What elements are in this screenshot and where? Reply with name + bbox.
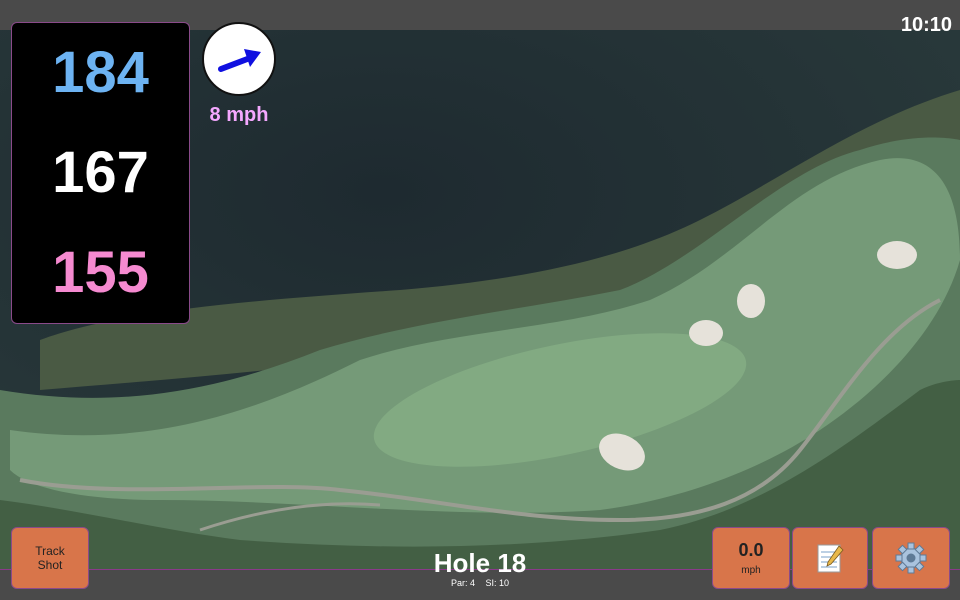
distance-panel: 184 167 155 (11, 22, 190, 324)
middle-distance: 167 (52, 140, 149, 205)
gear-icon (895, 542, 927, 574)
track-shot-button[interactable]: Track Shot (11, 527, 89, 589)
track-shot-label: Track Shot (35, 544, 65, 572)
settings-button[interactable] (872, 527, 950, 589)
clock: 10:10 (900, 14, 952, 36)
speed-value: 0.0 (738, 540, 764, 560)
wind-speed: 8 mph (209, 104, 269, 126)
hole-stroke-index: SI: 10 (485, 578, 510, 588)
speed-button[interactable]: 0.0 mph (712, 527, 790, 589)
notepad-icon (817, 544, 844, 573)
speed-unit: mph (741, 565, 761, 576)
hole-par: Par: 4 (450, 578, 475, 588)
wind-arrow-icon (218, 49, 261, 72)
front-distance: 155 (52, 240, 149, 305)
hole-info: Par: 4 SI: 10 (380, 578, 580, 588)
hole-title: Hole 18 (433, 548, 527, 578)
back-distance: 184 (52, 40, 149, 105)
wind-indicator (202, 22, 276, 96)
notes-button[interactable] (792, 527, 868, 589)
